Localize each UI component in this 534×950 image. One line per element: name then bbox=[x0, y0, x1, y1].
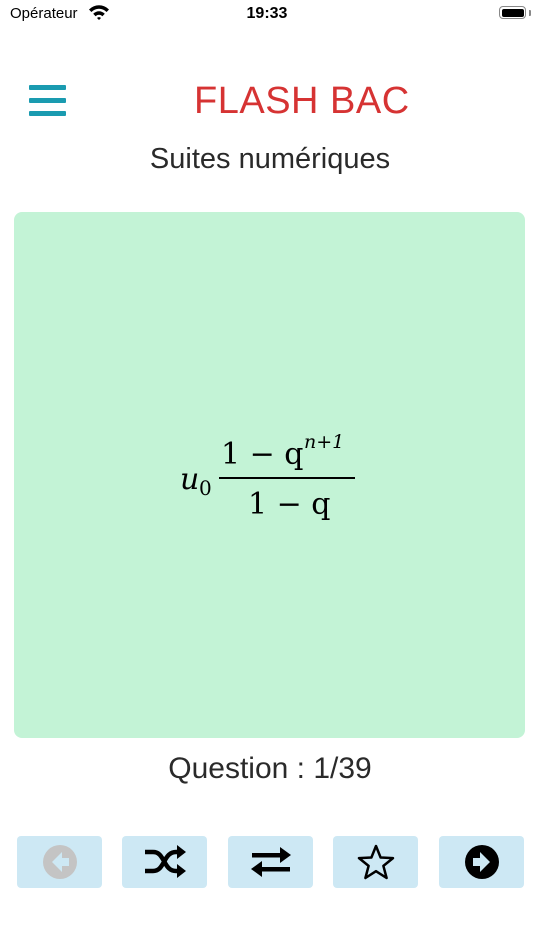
swap-button[interactable] bbox=[228, 836, 313, 888]
shuffle-icon bbox=[144, 845, 186, 878]
flashcard[interactable]: u 0 1 − q n+1 1 − q bbox=[14, 212, 525, 738]
chapter-title: Suites numériques bbox=[149, 143, 391, 175]
next-arrow-icon bbox=[464, 845, 499, 879]
next-button[interactable] bbox=[439, 836, 524, 888]
formula: u 0 1 − q n+1 1 − q bbox=[180, 431, 355, 522]
previous-arrow-icon bbox=[42, 845, 77, 879]
formula-numerator: 1 − q bbox=[221, 437, 304, 472]
favorite-button[interactable] bbox=[333, 836, 418, 888]
fraction-bar bbox=[219, 477, 355, 479]
app-title: FLASH BAC bbox=[194, 80, 410, 122]
formula-exponent: n+1 bbox=[304, 431, 344, 453]
battery-icon bbox=[499, 6, 526, 19]
question-counter: Question : 1/39 bbox=[168, 752, 372, 785]
formula-prefix-subscript: 0 bbox=[199, 476, 212, 500]
clock: 19:33 bbox=[246, 5, 288, 22]
hamburger-menu-icon bbox=[29, 85, 66, 90]
status-bar: Opérateur 19:33 bbox=[0, 0, 534, 30]
battery-cap bbox=[529, 10, 531, 16]
star-icon bbox=[357, 844, 394, 880]
previous-button[interactable] bbox=[17, 836, 102, 888]
swap-arrows-icon bbox=[250, 847, 291, 877]
formula-prefix: u bbox=[180, 462, 199, 497]
menu-button[interactable] bbox=[29, 85, 67, 117]
shuffle-button[interactable] bbox=[122, 836, 207, 888]
formula-denominator: 1 − q bbox=[248, 487, 331, 522]
